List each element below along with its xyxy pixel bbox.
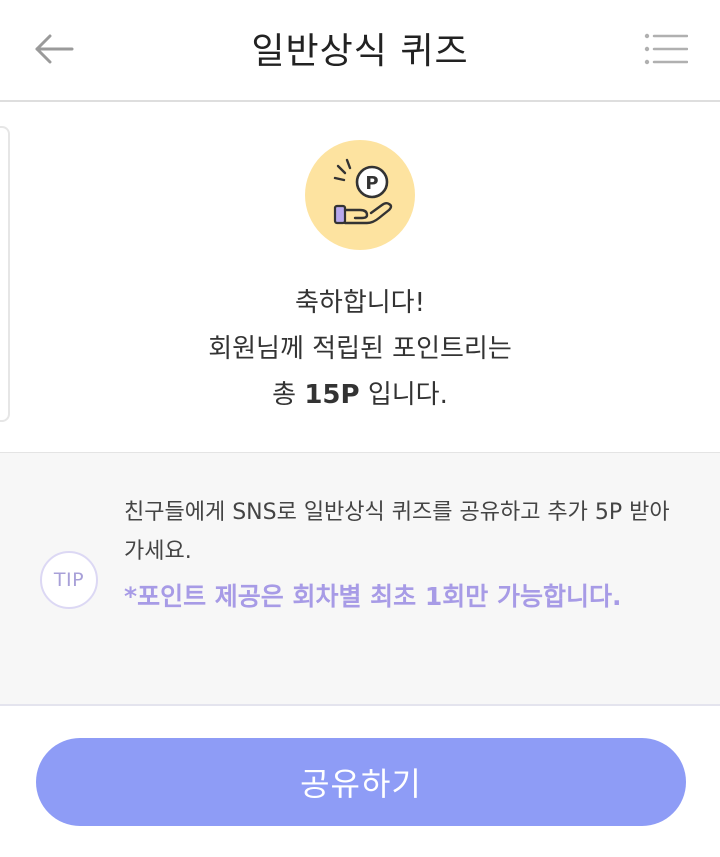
result-panel: P 축하합니다! 회원님께 적립된 포인트리는 총 15P 입니다.: [0, 102, 720, 452]
hamburger-menu-icon: [644, 33, 688, 65]
menu-button[interactable]: [640, 24, 692, 74]
points-notice-text: 회원님께 적립된 포인트리는: [208, 334, 512, 364]
page-title: 일반상식 퀴즈: [251, 31, 469, 72]
tip-badge: TIP: [40, 551, 98, 609]
congrats-text: 축하합니다!: [294, 288, 426, 318]
tip-panel: TIP 친구들에게 SNS로 일반상식 퀴즈를 공유하고 추가 5P 받아가세요…: [0, 452, 720, 706]
tip-description: 친구들에게 SNS로 일반상식 퀴즈를 공유하고 추가 5P 받아가세요.: [124, 500, 670, 564]
result-message: 축하합니다! 회원님께 적립된 포인트리는 총 15P 입니다.: [0, 280, 720, 418]
total-suffix: 입니다.: [367, 380, 448, 410]
coin-letter: P: [365, 173, 378, 194]
quiz-result-page: 일반상식 퀴즈 P 축하합니다! 회원님께 적립된 포인트리는 총 15P 입니…: [0, 0, 720, 857]
tip-note: *포인트 제공은 회차별 최초 1회만 가능합니다.: [124, 582, 622, 611]
points-value: 15P: [304, 380, 360, 410]
total-prefix: 총: [272, 380, 297, 410]
share-button[interactable]: 공유하기: [36, 738, 686, 826]
points-total-line: 총 15P 입니다.: [0, 372, 720, 418]
top-header: 일반상식 퀴즈: [0, 0, 720, 102]
hand-coin-point-icon: P: [305, 140, 415, 250]
